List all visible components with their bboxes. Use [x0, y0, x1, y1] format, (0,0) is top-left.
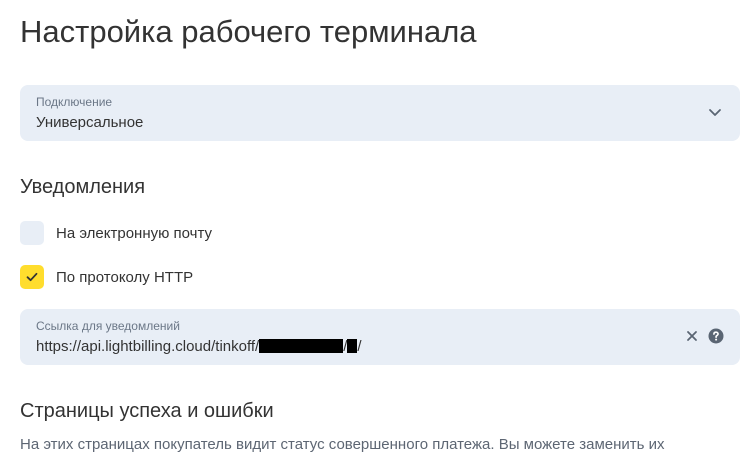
success-error-pages-description: На этих страницах покупатель видит стату… [20, 436, 665, 453]
http-checkbox[interactable] [20, 265, 44, 289]
success-error-pages-heading: Страницы успеха и ошибки [20, 400, 274, 422]
http-notification-option[interactable]: По протоколу HTTP [20, 265, 193, 289]
url-field-actions [684, 328, 724, 344]
notifications-heading: Уведомления [20, 176, 146, 198]
url-prefix: https://api.lightbilling.cloud/tinkoff/ [36, 338, 260, 355]
email-notification-option[interactable]: На электронную почту [20, 221, 212, 245]
clear-icon[interactable] [684, 328, 700, 344]
notification-url-value[interactable]: https://api.lightbilling.cloud/tinkoff/ /… [36, 338, 362, 356]
checkmark-icon [26, 272, 38, 282]
redacted-block [347, 339, 358, 353]
notification-url-label: Ссылка для уведомлений [36, 319, 180, 333]
help-icon[interactable] [708, 328, 724, 344]
page-title: Настройка рабочего терминала [20, 14, 477, 49]
url-suffix: / [357, 338, 362, 355]
email-checkbox-label[interactable]: На электронную почту [56, 225, 212, 242]
chevron-down-icon[interactable] [706, 103, 724, 121]
notification-url-field[interactable]: Ссылка для уведомлений https://api.light… [20, 309, 740, 365]
email-checkbox[interactable] [20, 221, 44, 245]
connection-select-label: Подключение [36, 95, 113, 109]
redacted-block [259, 339, 344, 353]
connection-select[interactable]: Подключение Универсальное [20, 85, 740, 141]
terminal-settings-page: Настройка рабочего терминала Подключение… [0, 0, 753, 458]
http-checkbox-label[interactable]: По протоколу HTTP [56, 269, 193, 286]
connection-select-value: Универсальное [36, 114, 144, 131]
